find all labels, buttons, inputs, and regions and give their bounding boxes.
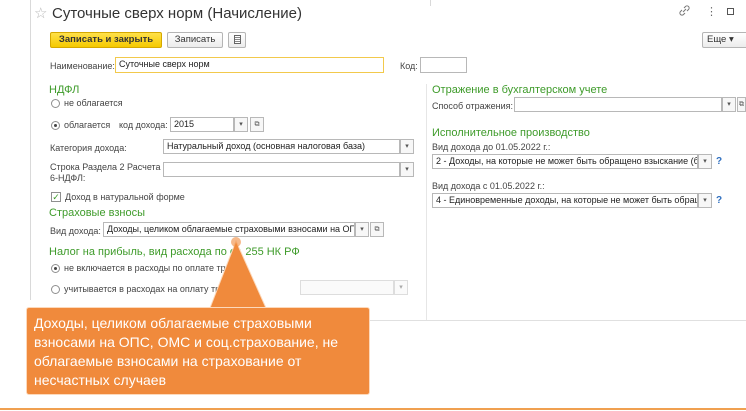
callout-text: Доходы, целиком облагаемые страховыми вз…: [34, 315, 339, 388]
bottom-accent-line: [0, 408, 746, 410]
